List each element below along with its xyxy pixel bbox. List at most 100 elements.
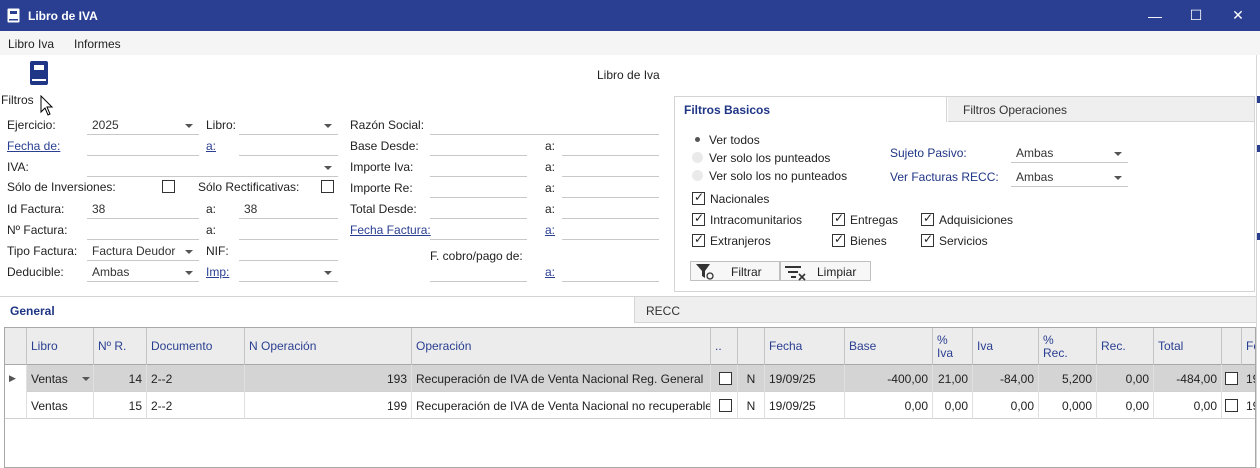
deducible-select[interactable]: Ambas — [87, 263, 199, 282]
col-rec[interactable]: Rec. — [1097, 328, 1154, 365]
cell-iva[interactable]: -84,00 — [973, 365, 1039, 392]
cell-total[interactable]: 0,00 — [1154, 392, 1222, 419]
table-row[interactable]: ▶ Ventas 14 2--2 193 Recuperación de IVA… — [5, 365, 1255, 392]
extranjeros-checkbox[interactable] — [692, 232, 705, 247]
total-desde-input[interactable] — [430, 200, 527, 219]
tab-general[interactable]: General — [0, 297, 634, 323]
bienes-label[interactable]: Bienes — [850, 234, 887, 248]
col-operacion[interactable]: Operación — [412, 328, 711, 365]
cell-base[interactable]: -400,00 — [845, 365, 933, 392]
fecha-factura-input[interactable] — [430, 221, 527, 240]
ver-facturas-recc-select[interactable]: Ambas — [1011, 168, 1128, 187]
radio-punteados[interactable] — [692, 152, 703, 163]
importe-iva-input[interactable] — [430, 158, 527, 177]
limpiar-button[interactable]: Limpiar — [780, 261, 871, 281]
filtrar-button[interactable]: Filtrar — [690, 261, 780, 281]
row-checkbox-2[interactable] — [1225, 372, 1238, 385]
col-documento[interactable]: Documento — [147, 328, 245, 365]
fecha-de-input[interactable] — [87, 137, 199, 156]
title-bar[interactable]: Libro de IVA — ☐ ✕ — [0, 0, 1260, 31]
book-icon[interactable] — [29, 60, 49, 86]
col-iva[interactable]: Iva — [973, 328, 1039, 365]
cell-flag[interactable]: N — [738, 365, 765, 392]
tipo-factura-select[interactable]: Factura Deudor — [87, 242, 199, 261]
close-button[interactable]: ✕ — [1217, 0, 1259, 31]
n-factura-input[interactable] — [87, 221, 199, 240]
tab-recc[interactable]: RECC — [634, 297, 1256, 323]
nif-input[interactable] — [239, 242, 338, 261]
intracomunitarios-checkbox[interactable] — [692, 211, 705, 226]
fecha-factura-a-label[interactable]: a: — [545, 223, 555, 237]
menu-libro-iva[interactable]: Libro Iva — [8, 37, 54, 51]
importe-iva-a-input[interactable] — [562, 158, 659, 177]
fecha-a-label[interactable]: a: — [206, 139, 216, 153]
radio-no-punteados[interactable] — [692, 170, 703, 181]
cell-pct-rec[interactable]: 0,000 — [1039, 392, 1097, 419]
importe-re-input[interactable] — [430, 179, 527, 198]
n-factura-a-input[interactable] — [239, 221, 338, 240]
base-desde-input[interactable] — [430, 137, 527, 156]
iva-select[interactable] — [87, 158, 338, 177]
cell-libro[interactable]: Ventas — [27, 392, 94, 419]
fcobro-input[interactable] — [430, 263, 527, 282]
adquisiciones-checkbox[interactable] — [921, 211, 934, 226]
cell-operacion[interactable]: Recuperación de IVA de Venta Nacional Re… — [412, 365, 711, 392]
adquisiciones-label[interactable]: Adquisiciones — [939, 213, 1013, 227]
cell-base[interactable]: 0,00 — [845, 392, 933, 419]
cell-iva[interactable]: 0,00 — [973, 392, 1039, 419]
col-dots[interactable]: .. — [711, 328, 738, 365]
minimize-button[interactable]: — — [1134, 0, 1176, 31]
fecha-de-label[interactable]: Fecha de: — [7, 139, 60, 153]
nacionales-checkbox[interactable] — [692, 190, 705, 205]
filters-label[interactable]: Filtros — [1, 93, 34, 107]
col-libro[interactable]: Libro — [27, 328, 94, 365]
sujeto-pasivo-select[interactable]: Ambas — [1011, 144, 1128, 163]
fecha-factura-a-input[interactable] — [562, 221, 659, 240]
fcobro-a-label[interactable]: a: — [545, 265, 555, 279]
ejercicio-select[interactable]: 2025 — [87, 116, 199, 135]
imp-label[interactable]: Imp: — [206, 265, 229, 279]
cell-pct-iva[interactable]: 21,00 — [933, 365, 973, 392]
maximize-button[interactable]: ☐ — [1175, 0, 1217, 31]
menu-informes[interactable]: Informes — [74, 37, 121, 51]
tab-filtros-basicos[interactable]: Filtros Basicos — [675, 97, 947, 122]
row-checkbox[interactable] — [719, 399, 732, 412]
id-factura-a-input[interactable]: 38 — [239, 200, 338, 219]
cell-documento[interactable]: 2--2 — [147, 365, 245, 392]
cell-fecha[interactable]: 19/09/25 — [765, 365, 845, 392]
id-factura-input[interactable]: 38 — [87, 200, 199, 219]
row-checkbox[interactable] — [719, 372, 732, 385]
nacionales-label[interactable]: Nacionales — [710, 192, 769, 206]
entregas-checkbox[interactable] — [832, 211, 845, 226]
cell-operacion[interactable]: Recuperación de IVA de Venta Nacional no… — [412, 392, 711, 419]
entregas-label[interactable]: Entregas — [850, 213, 898, 227]
cell-fecha[interactable]: 19/09/25 — [765, 392, 845, 419]
total-a-input[interactable] — [562, 200, 659, 219]
cell-rec[interactable]: 0,00 — [1097, 365, 1154, 392]
cell-total[interactable]: -484,00 — [1154, 365, 1222, 392]
col-total[interactable]: Total — [1154, 328, 1222, 365]
cell-rec[interactable]: 0,00 — [1097, 392, 1154, 419]
col-flag[interactable] — [738, 328, 765, 365]
cell-n-operacion[interactable]: 199 — [245, 392, 412, 419]
solo-inversiones-checkbox[interactable] — [162, 180, 175, 193]
cell-nr[interactable]: 15 — [94, 392, 147, 419]
importe-re-a-input[interactable] — [562, 179, 659, 198]
col-check[interactable] — [1222, 328, 1242, 365]
col-n-operacion[interactable]: N Operación — [245, 328, 412, 365]
table-row[interactable]: Ventas 15 2--2 199 Recuperación de IVA d… — [5, 392, 1255, 419]
radio-ver-todos-label[interactable]: Ver todos — [709, 133, 760, 147]
cell-fe[interactable]: 19 — [1242, 392, 1255, 419]
servicios-checkbox[interactable] — [921, 232, 934, 247]
cell-pct-iva[interactable]: 0,00 — [933, 392, 973, 419]
extranjeros-label[interactable]: Extranjeros — [710, 234, 771, 248]
cell-flag[interactable]: N — [738, 392, 765, 419]
col-pct-iva[interactable]: % Iva — [933, 328, 973, 365]
col-base[interactable]: Base — [845, 328, 933, 365]
cell-n-operacion[interactable]: 193 — [245, 365, 412, 392]
cell-documento[interactable]: 2--2 — [147, 392, 245, 419]
radio-ver-todos[interactable] — [692, 134, 703, 145]
intracomunitarios-label[interactable]: Intracomunitarios — [710, 213, 802, 227]
fecha-a-input[interactable] — [239, 137, 338, 156]
razon-social-input[interactable] — [430, 116, 659, 135]
